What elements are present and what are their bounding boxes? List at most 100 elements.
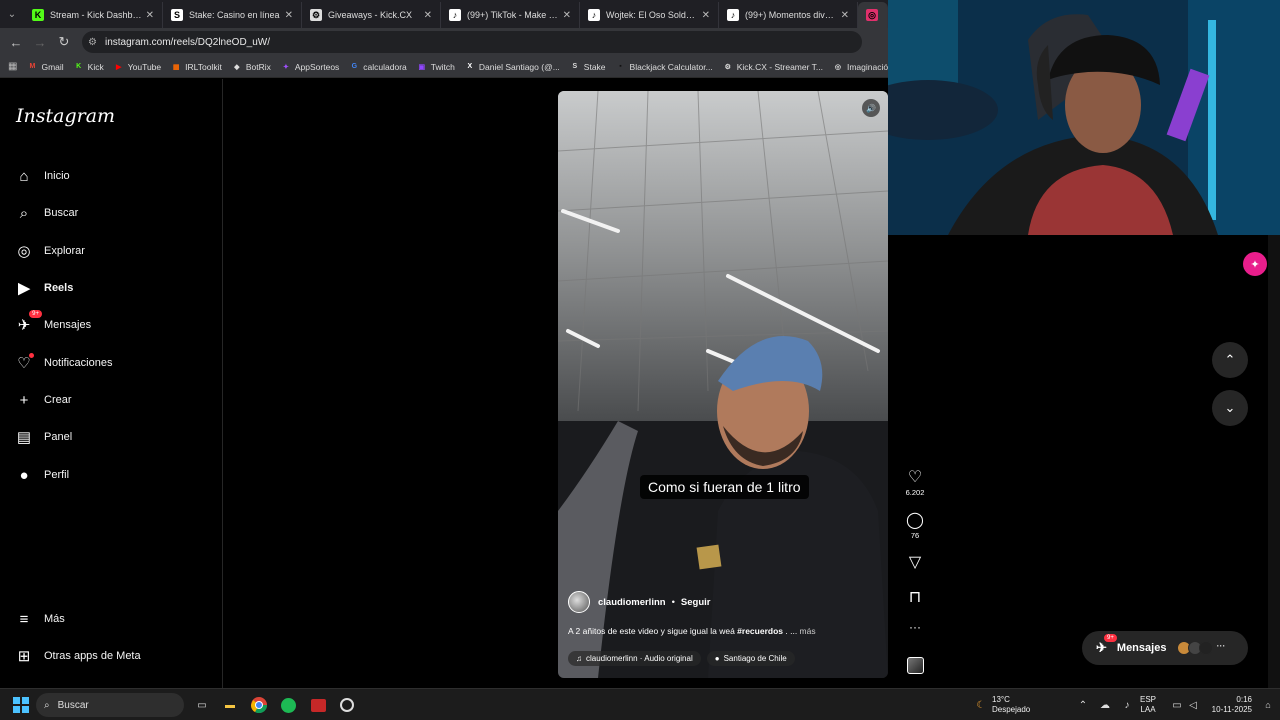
description-text: A 2 añitos de este video y sigue igual l… bbox=[568, 626, 738, 636]
address-bar[interactable]: ⚙ instagram.com/reels/DQ2lneOD_uW/ bbox=[82, 31, 862, 53]
streaming-app-icon[interactable] bbox=[308, 689, 328, 720]
sidebar-item-perfil[interactable]: ● Perfil bbox=[14, 465, 69, 485]
browser-tab[interactable]: ⚙ Giveaways - Kick.CX ✕ bbox=[302, 2, 441, 28]
more-link[interactable]: más bbox=[800, 626, 816, 636]
bookmark-item[interactable]: K Kick bbox=[74, 62, 104, 72]
sidebar-item-mensajes[interactable]: ✈ 9+ Mensajes bbox=[14, 310, 91, 335]
bookmark-item[interactable]: S Stake bbox=[570, 62, 605, 72]
hashtag-link[interactable]: #recuerdos bbox=[737, 626, 783, 636]
bookmark-item[interactable]: ✦ AppSorteos bbox=[281, 62, 339, 72]
language-indicator[interactable]: ESP LAA bbox=[1140, 695, 1156, 715]
bookmark-item[interactable]: X Daniel Santiago (@... bbox=[465, 62, 560, 72]
messages-pill-label: Mensajes bbox=[1116, 642, 1167, 654]
browser-tab[interactable]: ♪ (99+) TikTok - Make Your ✕ bbox=[441, 2, 580, 28]
taskbar-search[interactable]: ⌕ Buscar bbox=[36, 693, 184, 717]
weather-desc: Despejado bbox=[992, 705, 1031, 714]
bookmark-item[interactable]: Gcalculadora bbox=[349, 62, 407, 72]
audio-pill[interactable]: ♫ claudiomerlinn · Audio original bbox=[568, 651, 701, 666]
bookmark-item[interactable]: ◆ BotRix bbox=[232, 62, 271, 72]
sidebar-item-inicio[interactable]: ⌂ Inicio bbox=[14, 166, 69, 186]
tab-close-icon[interactable]: ✕ bbox=[563, 10, 571, 21]
webcam-overlay bbox=[888, 0, 1280, 235]
reel-video[interactable]: 🔊 Como si fueran de 1 litro claudiomerli… bbox=[558, 91, 888, 678]
reload-icon[interactable]: ↻ bbox=[52, 30, 76, 54]
sidebar-icon: ● bbox=[19, 466, 29, 484]
tab-close-icon[interactable]: ✕ bbox=[702, 10, 710, 21]
comment-button[interactable]: ◯ 76 bbox=[903, 510, 927, 540]
bookmark-item[interactable]: ▣ Twitch bbox=[417, 62, 454, 72]
bookmark-favicon-icon: ◆ bbox=[234, 63, 240, 71]
chevron-up-icon[interactable]: ⌃ bbox=[1076, 689, 1090, 720]
bookmark-label: BotRix bbox=[245, 61, 271, 72]
sidebar-item-notificaciones[interactable]: ♡ Notificaciones bbox=[14, 353, 112, 373]
bookmark-item[interactable]: ▦ IRLToolkit bbox=[171, 62, 222, 72]
cloud-icon[interactable]: ☁ bbox=[1098, 689, 1112, 720]
site-info-icon[interactable]: ⚙ bbox=[88, 37, 97, 48]
browser-tab[interactable]: ♪ (99+) Momentos divertid ✕ bbox=[719, 2, 858, 28]
location-pin-icon: ● bbox=[714, 654, 720, 663]
save-button[interactable]: ⊓ bbox=[903, 587, 927, 607]
sidebar-item-meta-apps[interactable]: ⊞ Otras apps de Meta bbox=[14, 646, 141, 666]
volume-icon[interactable]: 🔊 bbox=[862, 99, 880, 117]
sidebar-item-crear[interactable]: + Crear bbox=[14, 390, 72, 410]
follow-button[interactable]: Seguir bbox=[681, 597, 711, 608]
location-pill[interactable]: ● Santiago de Chile bbox=[706, 651, 795, 666]
chrome-icon[interactable] bbox=[248, 689, 270, 720]
sidebar-item-panel[interactable]: ▤ Panel bbox=[14, 427, 72, 447]
browser-tab[interactable]: ◎(9 bbox=[858, 2, 888, 28]
notification-bell-icon[interactable]: ⌂ bbox=[1262, 689, 1274, 720]
extension-floating-icon[interactable]: ✦ bbox=[1243, 252, 1267, 276]
tab-close-icon[interactable]: ✕ bbox=[841, 10, 849, 21]
sidebar-item-reels[interactable]: ▶ Reels bbox=[14, 278, 73, 298]
bookmark-item[interactable]: ▶ YouTube bbox=[114, 62, 161, 72]
obs-icon[interactable] bbox=[337, 689, 357, 720]
share-button[interactable]: ▽ bbox=[903, 552, 927, 572]
author-username[interactable]: claudiomerlinn bbox=[598, 597, 666, 608]
microphone-icon[interactable]: ♪ bbox=[1120, 689, 1134, 720]
tab-title: (99+) TikTok - Make Your bbox=[467, 10, 559, 20]
back-arrow-icon[interactable]: ← bbox=[4, 30, 28, 54]
notification-dot bbox=[29, 353, 34, 358]
bookmark-item[interactable]: ⚙ Kick.CX - Streamer T... bbox=[723, 62, 823, 72]
browser-tab[interactable]: ♪ Wojtek: El Oso Soldado d ✕ bbox=[580, 2, 719, 28]
tab-close-icon[interactable]: ✕ bbox=[146, 10, 154, 21]
browser-tab[interactable]: S Stake: Casino en línea ✕ bbox=[163, 2, 302, 28]
tab-close-icon[interactable]: ✕ bbox=[424, 10, 432, 21]
audio-thumbnail[interactable] bbox=[903, 657, 927, 679]
bookmark-item[interactable]: M Gmail bbox=[27, 62, 64, 72]
bookmark-item[interactable]: ▪ Blackjack Calculator... bbox=[616, 61, 713, 72]
weather-moon-icon[interactable]: ☾ bbox=[972, 689, 990, 720]
ellipsis-icon: ··· bbox=[909, 620, 921, 634]
like-button[interactable]: ♡ 6.202 bbox=[903, 467, 927, 497]
sidebar-item-explorar[interactable]: ◎ Explorar bbox=[14, 241, 85, 261]
speaker-icon[interactable]: ◁ bbox=[1186, 689, 1200, 720]
bookmark-favicon-icon: M bbox=[29, 63, 36, 70]
forward-arrow-icon[interactable]: → bbox=[28, 30, 52, 54]
spotify-icon[interactable] bbox=[278, 689, 298, 720]
tab-close-icon[interactable]: ✕ bbox=[285, 10, 293, 21]
page-scrollbar[interactable] bbox=[1268, 235, 1280, 688]
bookmark-label: Blackjack Calculator... bbox=[629, 61, 713, 72]
sidebar-icon: ◎ bbox=[17, 243, 31, 260]
sidebar-item-buscar[interactable]: ⌕ Buscar bbox=[14, 203, 78, 223]
messages-floating-button[interactable]: ✈ 9+ Mensajes ··· bbox=[1082, 631, 1248, 665]
bookmark-favicon-icon: ▪ bbox=[619, 63, 622, 70]
tab-search-chevron-icon[interactable]: ⌄ bbox=[0, 0, 24, 28]
more-options-button[interactable]: ··· bbox=[903, 620, 927, 634]
clock[interactable]: 0:16 10-11-2025 bbox=[1206, 695, 1252, 715]
recent-chat-avatars: ··· bbox=[1177, 641, 1226, 655]
windows-start-icon[interactable] bbox=[10, 689, 32, 720]
ellipsis-icon: ··· bbox=[1216, 641, 1226, 651]
sidebar-item-more[interactable]: ≡ Más bbox=[14, 609, 65, 629]
browser-tab[interactable]: K Stream - Kick Dashboard ✕ bbox=[24, 2, 163, 28]
previous-reel-button[interactable]: ⌃ bbox=[1212, 342, 1248, 378]
instagram-logo[interactable]: Instagram bbox=[16, 105, 115, 127]
bookmark-item[interactable]: ◎ Imaginación sc bbox=[833, 62, 888, 72]
weather-widget[interactable]: 13°C Despejado bbox=[992, 695, 1030, 715]
author-avatar[interactable] bbox=[568, 591, 590, 613]
next-reel-button[interactable]: ⌄ bbox=[1212, 390, 1248, 426]
task-view-icon[interactable]: ▭ bbox=[192, 689, 212, 720]
display-icon[interactable]: ▭ bbox=[1170, 689, 1184, 720]
apps-grid-icon[interactable]: ▦ bbox=[8, 61, 17, 72]
file-explorer-icon[interactable]: ▬ bbox=[220, 689, 240, 720]
